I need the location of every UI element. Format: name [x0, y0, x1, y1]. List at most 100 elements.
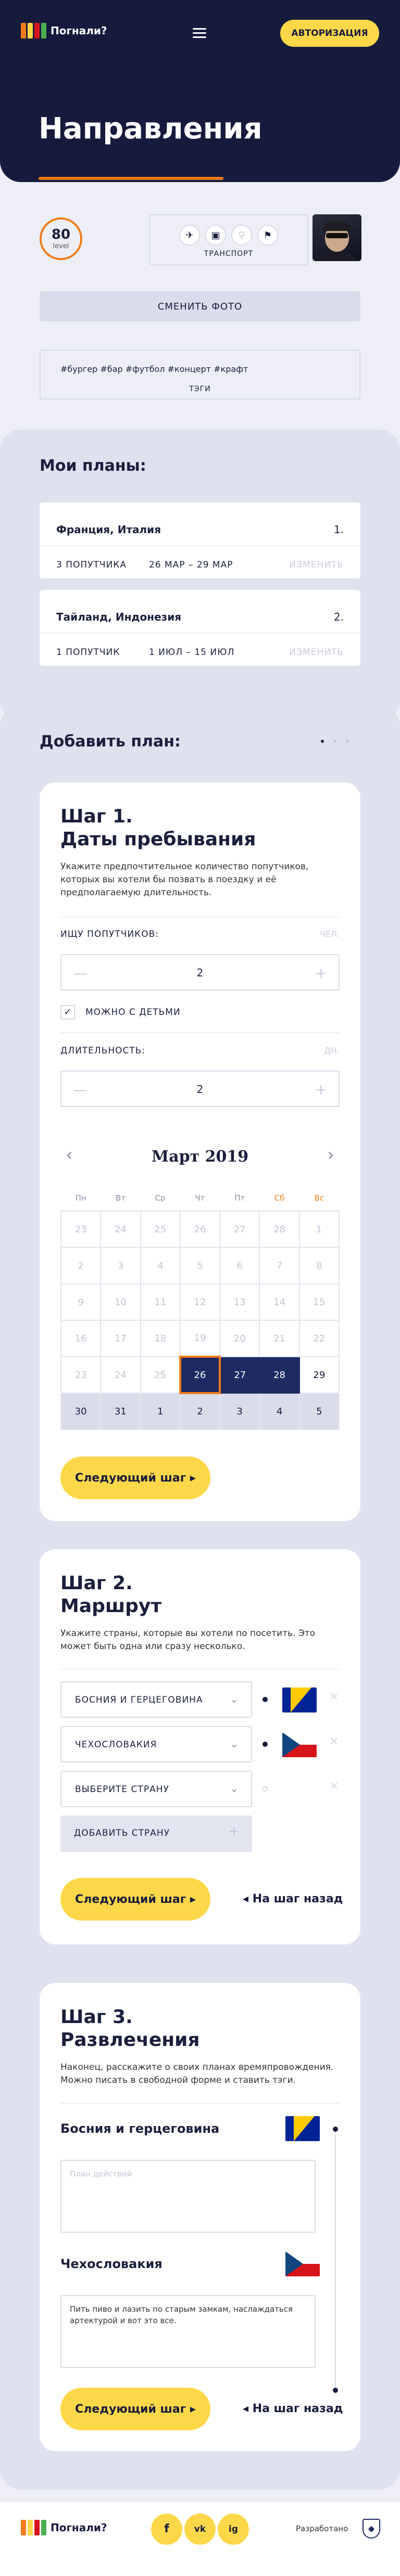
plan-textarea[interactable]: План действий — [60, 2160, 316, 2233]
developed-by-label: Разработано — [296, 2524, 348, 2533]
pager-dot[interactable] — [321, 740, 324, 743]
logo[interactable]: Погнали? — [21, 23, 107, 38]
calendar-weekdays: Пн Вт Ср Чт Пт Сб Вс — [61, 1185, 339, 1211]
calendar-day[interactable]: 19 — [179, 1320, 221, 1357]
calendar-day[interactable]: 21 — [259, 1320, 300, 1357]
calendar-day[interactable]: 7 — [259, 1247, 300, 1284]
companions-stepper[interactable]: — 2 + — [60, 954, 340, 990]
bus-icon[interactable]: ▣ — [205, 225, 226, 246]
step1-description: Укажите предпочтительное количество попу… — [60, 861, 309, 898]
developer-logo-icon[interactable]: ◆ — [362, 2519, 380, 2539]
calendar-day[interactable]: 13 — [219, 1283, 260, 1321]
close-icon[interactable]: ✕ — [329, 1780, 339, 1793]
facebook-icon[interactable]: f — [151, 2514, 182, 2545]
calendar-day[interactable]: 3 — [100, 1247, 141, 1284]
calendar-day[interactable]: 29 — [298, 1356, 340, 1394]
calendar-row: 30 31 1 2 3 4 5 — [60, 1393, 340, 1430]
step2-back-link[interactable]: ◂ На шаг назад — [243, 1892, 343, 1905]
pager-dot[interactable] — [333, 740, 336, 743]
calendar-day[interactable]: 9 — [60, 1283, 102, 1321]
calendar-row: 23 24 25 26 27 28 29 — [60, 1356, 340, 1394]
country-select[interactable]: ВЫБЕРИТЕ СТРАНУ ⌄ — [60, 1771, 252, 1807]
plan-index: 1. — [333, 523, 344, 536]
page-title: Направления — [39, 112, 262, 146]
pager-dot[interactable] — [346, 740, 349, 743]
plan-edit-link[interactable]: ИЗМЕНИТЬ — [289, 560, 344, 570]
calendar-day[interactable]: 1 — [298, 1210, 340, 1248]
chevron-down-icon: ⌄ — [230, 1693, 239, 1705]
step1-next-button[interactable]: Следующий шаг ▸ — [60, 1457, 210, 1499]
calendar: Пн Вт Ср Чт Пт Сб Вс 23 24 25 26 27 28 1… — [60, 1185, 340, 1430]
calendar-day[interactable]: 2 — [179, 1393, 221, 1430]
calendar-day[interactable]: 23 — [60, 1356, 102, 1394]
calendar-day[interactable]: 5 — [298, 1393, 340, 1430]
plan-edit-link[interactable]: ИЗМЕНИТЬ — [289, 647, 344, 658]
tags-field[interactable]: #бургер #бар #футбол #концерт #крафт ТЭГ… — [40, 350, 360, 400]
country-select[interactable]: ЧЕХОСЛОВАКИЯ ⌄ — [60, 1726, 252, 1762]
auth-button[interactable]: АВТОРИЗАЦИЯ — [280, 20, 379, 47]
calendar-day[interactable]: 3 — [219, 1393, 260, 1430]
calendar-day-selected[interactable]: 28 — [259, 1356, 300, 1394]
calendar-day[interactable]: 15 — [298, 1283, 340, 1321]
bicycle-icon[interactable]: ⚲ — [231, 225, 252, 246]
calendar-day[interactable]: 24 — [100, 1356, 141, 1394]
plan-card[interactable]: Тайланд, Индонезия 2. 1 ПОПУТЧИК 1 ИЮЛ –… — [40, 590, 360, 666]
calendar-day[interactable]: 6 — [219, 1247, 260, 1284]
calendar-day[interactable]: 8 — [298, 1247, 340, 1284]
plan-textarea[interactable]: Пить пиво и лазить по старым замкам, нас… — [60, 2295, 316, 2368]
calendar-day-selected[interactable]: 27 — [219, 1356, 260, 1394]
plan-card[interactable]: Франция, Италия 1. 3 ПОПУТЧИКА 26 МАР – … — [40, 503, 360, 578]
walking-icon[interactable]: ⚑ — [257, 225, 278, 246]
add-country-label: ДОБАВИТЬ СТРАНУ — [74, 1828, 170, 1838]
kids-checkbox[interactable]: ✓ — [60, 1005, 75, 1020]
calendar-day[interactable]: 12 — [179, 1283, 221, 1321]
next-label: Следующий шаг — [75, 2402, 186, 2416]
calendar-day[interactable]: 17 — [100, 1320, 141, 1357]
bosnia-flag-icon — [282, 1688, 317, 1712]
step3-next-button[interactable]: Следующий шаг ▸ — [60, 2388, 210, 2430]
step2-description: Укажите страны, которые вы хотели по пос… — [60, 1628, 316, 1652]
calendar-day[interactable]: 22 — [298, 1320, 340, 1357]
entry-country: Босния и герцеговина — [60, 2121, 220, 2136]
duration-stepper[interactable]: — 2 + — [60, 1071, 340, 1107]
calendar-day[interactable]: 4 — [259, 1393, 300, 1430]
calendar-day[interactable]: 18 — [140, 1320, 181, 1357]
step2-next-button[interactable]: Следующий шаг ▸ — [60, 1878, 210, 1921]
chevron-right-icon[interactable]: › — [327, 1144, 334, 1165]
plus-icon[interactable]: + — [315, 964, 327, 982]
close-icon[interactable]: ✕ — [329, 1691, 339, 1704]
add-country-button[interactable]: ДОБАВИТЬ СТРАНУ + — [60, 1815, 252, 1852]
calendar-day[interactable]: 20 — [219, 1320, 260, 1357]
plane-icon[interactable]: ✈ — [179, 225, 200, 246]
companions-value: 2 — [196, 967, 204, 979]
transport-label: ТРАНСПОРТ — [204, 250, 254, 258]
plus-icon: + — [228, 1824, 240, 1839]
footer-logo[interactable]: Погнали? — [21, 2520, 107, 2535]
calendar-day[interactable]: 25 — [140, 1356, 181, 1394]
step3-back-link[interactable]: ◂ На шаг назад — [243, 2402, 343, 2415]
vk-icon[interactable]: vk — [184, 2514, 216, 2545]
calendar-day[interactable]: 16 — [60, 1320, 102, 1357]
calendar-day[interactable]: 2 — [60, 1247, 102, 1284]
calendar-day[interactable]: 11 — [140, 1283, 181, 1321]
calendar-day-selected-start[interactable]: 26 — [179, 1356, 221, 1394]
calendar-day[interactable]: 1 — [140, 1393, 181, 1430]
czech-flag-icon — [285, 2251, 320, 2276]
calendar-day[interactable]: 30 — [60, 1393, 102, 1430]
country-select[interactable]: БОСНИЯ И ГЕРЦЕГОВИНА ⌄ — [60, 1681, 252, 1718]
change-photo-button[interactable]: СМЕНИТЬ ФОТО — [40, 291, 360, 321]
plan-name: Франция, Италия — [56, 523, 161, 536]
calendar-day[interactable]: 10 — [100, 1283, 141, 1321]
calendar-day[interactable]: 31 — [100, 1393, 141, 1430]
calendar-day[interactable]: 14 — [259, 1283, 300, 1321]
calendar-day: 28 — [259, 1210, 300, 1248]
calendar-day[interactable]: 5 — [179, 1247, 221, 1284]
duration-value: 2 — [196, 1083, 204, 1096]
menu-icon[interactable] — [193, 28, 206, 41]
instagram-icon[interactable]: ig — [218, 2514, 249, 2545]
calendar-day: 27 — [219, 1210, 260, 1248]
close-icon[interactable]: ✕ — [329, 1735, 339, 1748]
plus-icon[interactable]: + — [315, 1081, 327, 1098]
calendar-day[interactable]: 4 — [140, 1247, 181, 1284]
calendar-header: ‹ Март 2019 › — [60, 1144, 340, 1174]
